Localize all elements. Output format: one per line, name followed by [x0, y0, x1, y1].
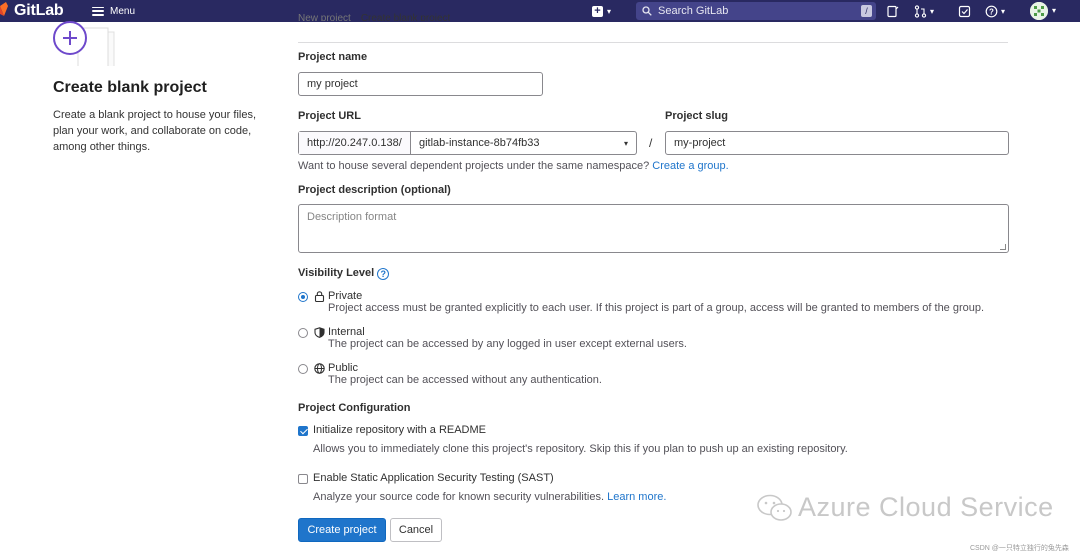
visibility-desc-private: Project access must be granted explicitl… — [328, 302, 985, 314]
merge-request-icon — [914, 4, 927, 18]
visibility-desc-public: The project can be accessed without any … — [328, 374, 602, 386]
help-icon: ? — [985, 5, 998, 17]
issues-button[interactable] — [886, 4, 899, 18]
readme-label[interactable]: Initialize repository with a README — [313, 424, 486, 436]
visibility-radio-public[interactable] — [298, 364, 308, 374]
visibility-label: Visibility Level — [298, 267, 375, 279]
learn-more-link[interactable]: Learn more. — [607, 491, 666, 503]
project-slug-input[interactable]: my-project — [665, 131, 1009, 155]
slug-separator: / — [649, 136, 653, 150]
help-button[interactable]: ? ▾ — [985, 4, 1005, 18]
csdn-credit: CSDN @一只特立独行的兔先森 — [970, 545, 1069, 552]
merge-requests-button[interactable]: ▾ — [914, 4, 934, 18]
namespace-value: gitlab-instance-8b74fb33 — [419, 137, 540, 149]
wechat-icon — [757, 494, 792, 521]
readme-checkbox[interactable] — [298, 426, 308, 436]
create-group-link[interactable]: Create a group. — [652, 160, 728, 172]
todo-check-icon — [958, 5, 971, 17]
project-url-group: http://20.247.0.138/ gitlab-instance-8b7… — [298, 131, 637, 155]
namespace-help-text: Want to house several dependent projects… — [298, 160, 729, 172]
globe-icon — [314, 362, 325, 374]
url-prefix: http://20.247.0.138/ — [299, 132, 411, 154]
breadcrumb: New project Create blank project — [298, 13, 450, 21]
visibility-radio-internal[interactable] — [298, 328, 308, 338]
tanuki-icon — [0, 2, 8, 16]
watermark-text: Azure Cloud Service — [798, 492, 1054, 522]
chevron-down-icon[interactable]: ▾ — [1052, 6, 1056, 15]
identicon-icon — [1030, 2, 1048, 20]
description-textarea[interactable]: Description format — [298, 204, 1009, 253]
issues-icon — [887, 5, 899, 17]
top-navbar: GitLab Menu + ▾ Search GitLab / ▾ ? ▾ ▾ — [0, 0, 1080, 22]
resize-handle[interactable] — [1000, 244, 1006, 250]
sast-description: Analyze your source code for known secur… — [313, 491, 666, 503]
shield-icon — [314, 326, 325, 338]
visibility-title-public: Public — [328, 362, 358, 374]
visibility-level-label: Visibility Level? — [298, 267, 390, 280]
description-label: Project description (optional) — [298, 184, 451, 196]
new-dropdown-button[interactable]: + ▾ — [592, 3, 611, 19]
cancel-button[interactable]: Cancel — [390, 518, 442, 542]
lock-icon — [314, 290, 325, 302]
help-icon[interactable]: ? — [377, 268, 390, 280]
namespace-select[interactable]: gitlab-instance-8b74fb33 ▾ — [411, 132, 636, 154]
todos-button[interactable] — [958, 4, 971, 18]
blank-project-illustration — [53, 21, 115, 66]
project-slug-label: Project slug — [665, 110, 728, 122]
visibility-title-internal: Internal — [328, 326, 365, 338]
namespace-help: Want to house several dependent projects… — [298, 160, 650, 172]
search-placeholder: Search GitLab — [658, 5, 729, 17]
watermark: Azure Cloud Service — [756, 492, 1054, 523]
readme-description: Allows you to immediately clone this pro… — [313, 443, 848, 455]
breadcrumb-current: Create blank project — [360, 13, 451, 21]
plus-icon: + — [592, 5, 603, 17]
project-configuration-label: Project Configuration — [298, 402, 411, 414]
breadcrumb-parent[interactable]: New project — [298, 13, 351, 21]
chevron-down-icon: ▾ — [930, 6, 935, 16]
create-project-button[interactable]: Create project — [298, 518, 386, 542]
description-placeholder: Description format — [307, 211, 397, 223]
visibility-desc-internal: The project can be accessed by any logge… — [328, 338, 687, 350]
sast-desc-text: Analyze your source code for known secur… — [313, 491, 605, 503]
page-title: Create blank project — [53, 79, 207, 96]
search-icon — [642, 6, 652, 16]
page-description: Create a blank project to house your fil… — [53, 109, 257, 153]
search-shortcut-badge: / — [861, 5, 872, 17]
project-name-input[interactable]: my project — [298, 72, 543, 96]
visibility-radio-private[interactable] — [298, 292, 308, 302]
project-name-label: Project name — [298, 51, 368, 63]
sast-label[interactable]: Enable Static Application Security Testi… — [313, 472, 554, 484]
project-url-label: Project URL — [298, 110, 361, 122]
sast-checkbox[interactable] — [298, 474, 308, 484]
search-input[interactable]: Search GitLab / — [636, 2, 876, 20]
divider — [298, 42, 1008, 43]
chevron-down-icon: ▾ — [1001, 6, 1006, 16]
user-avatar[interactable] — [1030, 2, 1048, 20]
chevron-down-icon: ▾ — [623, 138, 628, 148]
chevron-down-icon: ▾ — [607, 6, 612, 16]
visibility-title-private: Private — [328, 290, 363, 302]
svg-text:?: ? — [989, 7, 994, 16]
